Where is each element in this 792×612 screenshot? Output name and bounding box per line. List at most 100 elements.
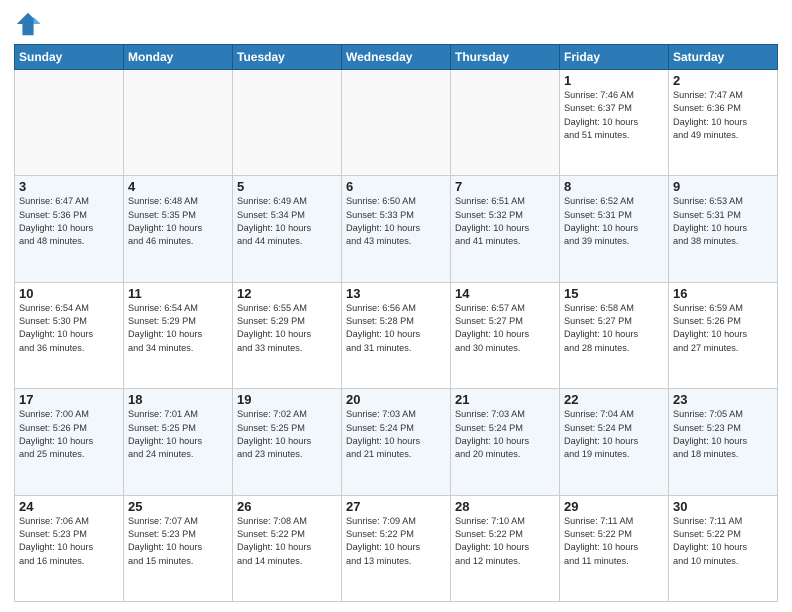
day-info: Sunrise: 6:49 AMSunset: 5:34 PMDaylight:…	[237, 195, 337, 248]
calendar-cell: 19Sunrise: 7:02 AMSunset: 5:25 PMDayligh…	[233, 389, 342, 495]
calendar-cell: 8Sunrise: 6:52 AMSunset: 5:31 PMDaylight…	[560, 176, 669, 282]
weekday-header-tuesday: Tuesday	[233, 45, 342, 70]
calendar-cell: 9Sunrise: 6:53 AMSunset: 5:31 PMDaylight…	[669, 176, 778, 282]
calendar-header-row: SundayMondayTuesdayWednesdayThursdayFrid…	[15, 45, 778, 70]
day-info: Sunrise: 7:02 AMSunset: 5:25 PMDaylight:…	[237, 408, 337, 461]
calendar-cell: 18Sunrise: 7:01 AMSunset: 5:25 PMDayligh…	[124, 389, 233, 495]
day-info: Sunrise: 6:50 AMSunset: 5:33 PMDaylight:…	[346, 195, 446, 248]
day-number: 29	[564, 499, 664, 514]
day-info: Sunrise: 6:48 AMSunset: 5:35 PMDaylight:…	[128, 195, 228, 248]
calendar-cell: 7Sunrise: 6:51 AMSunset: 5:32 PMDaylight…	[451, 176, 560, 282]
day-number: 21	[455, 392, 555, 407]
calendar-cell: 25Sunrise: 7:07 AMSunset: 5:23 PMDayligh…	[124, 495, 233, 601]
day-number: 18	[128, 392, 228, 407]
calendar-cell: 13Sunrise: 6:56 AMSunset: 5:28 PMDayligh…	[342, 282, 451, 388]
calendar-cell	[342, 70, 451, 176]
day-number: 15	[564, 286, 664, 301]
calendar-cell: 14Sunrise: 6:57 AMSunset: 5:27 PMDayligh…	[451, 282, 560, 388]
day-number: 14	[455, 286, 555, 301]
day-info: Sunrise: 7:09 AMSunset: 5:22 PMDaylight:…	[346, 515, 446, 568]
day-number: 11	[128, 286, 228, 301]
calendar-week-row: 1Sunrise: 7:46 AMSunset: 6:37 PMDaylight…	[15, 70, 778, 176]
day-number: 19	[237, 392, 337, 407]
day-number: 6	[346, 179, 446, 194]
day-info: Sunrise: 7:47 AMSunset: 6:36 PMDaylight:…	[673, 89, 773, 142]
calendar-cell: 29Sunrise: 7:11 AMSunset: 5:22 PMDayligh…	[560, 495, 669, 601]
day-number: 24	[19, 499, 119, 514]
day-number: 9	[673, 179, 773, 194]
weekday-header-wednesday: Wednesday	[342, 45, 451, 70]
calendar-cell: 21Sunrise: 7:03 AMSunset: 5:24 PMDayligh…	[451, 389, 560, 495]
day-number: 17	[19, 392, 119, 407]
day-info: Sunrise: 6:59 AMSunset: 5:26 PMDaylight:…	[673, 302, 773, 355]
calendar-cell: 5Sunrise: 6:49 AMSunset: 5:34 PMDaylight…	[233, 176, 342, 282]
calendar-cell: 23Sunrise: 7:05 AMSunset: 5:23 PMDayligh…	[669, 389, 778, 495]
calendar-cell: 10Sunrise: 6:54 AMSunset: 5:30 PMDayligh…	[15, 282, 124, 388]
calendar-cell: 20Sunrise: 7:03 AMSunset: 5:24 PMDayligh…	[342, 389, 451, 495]
day-info: Sunrise: 6:47 AMSunset: 5:36 PMDaylight:…	[19, 195, 119, 248]
calendar-cell: 15Sunrise: 6:58 AMSunset: 5:27 PMDayligh…	[560, 282, 669, 388]
day-info: Sunrise: 7:04 AMSunset: 5:24 PMDaylight:…	[564, 408, 664, 461]
day-info: Sunrise: 7:03 AMSunset: 5:24 PMDaylight:…	[455, 408, 555, 461]
day-number: 23	[673, 392, 773, 407]
calendar-cell: 6Sunrise: 6:50 AMSunset: 5:33 PMDaylight…	[342, 176, 451, 282]
day-number: 22	[564, 392, 664, 407]
day-number: 8	[564, 179, 664, 194]
calendar-cell	[451, 70, 560, 176]
calendar-cell: 26Sunrise: 7:08 AMSunset: 5:22 PMDayligh…	[233, 495, 342, 601]
weekday-header-sunday: Sunday	[15, 45, 124, 70]
logo-icon	[14, 10, 42, 38]
calendar-cell	[233, 70, 342, 176]
day-info: Sunrise: 6:54 AMSunset: 5:30 PMDaylight:…	[19, 302, 119, 355]
calendar-cell: 11Sunrise: 6:54 AMSunset: 5:29 PMDayligh…	[124, 282, 233, 388]
weekday-header-thursday: Thursday	[451, 45, 560, 70]
day-info: Sunrise: 6:58 AMSunset: 5:27 PMDaylight:…	[564, 302, 664, 355]
calendar-week-row: 24Sunrise: 7:06 AMSunset: 5:23 PMDayligh…	[15, 495, 778, 601]
day-number: 2	[673, 73, 773, 88]
calendar-cell: 16Sunrise: 6:59 AMSunset: 5:26 PMDayligh…	[669, 282, 778, 388]
day-info: Sunrise: 6:56 AMSunset: 5:28 PMDaylight:…	[346, 302, 446, 355]
calendar-cell: 27Sunrise: 7:09 AMSunset: 5:22 PMDayligh…	[342, 495, 451, 601]
day-number: 10	[19, 286, 119, 301]
day-info: Sunrise: 7:01 AMSunset: 5:25 PMDaylight:…	[128, 408, 228, 461]
day-info: Sunrise: 7:05 AMSunset: 5:23 PMDaylight:…	[673, 408, 773, 461]
day-number: 7	[455, 179, 555, 194]
page: SundayMondayTuesdayWednesdayThursdayFrid…	[0, 0, 792, 612]
logo	[14, 10, 44, 38]
day-info: Sunrise: 6:52 AMSunset: 5:31 PMDaylight:…	[564, 195, 664, 248]
day-number: 30	[673, 499, 773, 514]
day-info: Sunrise: 7:03 AMSunset: 5:24 PMDaylight:…	[346, 408, 446, 461]
calendar: SundayMondayTuesdayWednesdayThursdayFrid…	[14, 44, 778, 602]
day-number: 16	[673, 286, 773, 301]
day-info: Sunrise: 7:11 AMSunset: 5:22 PMDaylight:…	[564, 515, 664, 568]
day-info: Sunrise: 7:08 AMSunset: 5:22 PMDaylight:…	[237, 515, 337, 568]
day-number: 3	[19, 179, 119, 194]
day-number: 4	[128, 179, 228, 194]
day-info: Sunrise: 7:06 AMSunset: 5:23 PMDaylight:…	[19, 515, 119, 568]
calendar-cell: 24Sunrise: 7:06 AMSunset: 5:23 PMDayligh…	[15, 495, 124, 601]
calendar-cell: 3Sunrise: 6:47 AMSunset: 5:36 PMDaylight…	[15, 176, 124, 282]
day-info: Sunrise: 7:07 AMSunset: 5:23 PMDaylight:…	[128, 515, 228, 568]
day-info: Sunrise: 7:11 AMSunset: 5:22 PMDaylight:…	[673, 515, 773, 568]
day-info: Sunrise: 6:55 AMSunset: 5:29 PMDaylight:…	[237, 302, 337, 355]
calendar-week-row: 10Sunrise: 6:54 AMSunset: 5:30 PMDayligh…	[15, 282, 778, 388]
day-number: 5	[237, 179, 337, 194]
calendar-week-row: 3Sunrise: 6:47 AMSunset: 5:36 PMDaylight…	[15, 176, 778, 282]
calendar-cell: 30Sunrise: 7:11 AMSunset: 5:22 PMDayligh…	[669, 495, 778, 601]
calendar-cell: 2Sunrise: 7:47 AMSunset: 6:36 PMDaylight…	[669, 70, 778, 176]
calendar-cell: 28Sunrise: 7:10 AMSunset: 5:22 PMDayligh…	[451, 495, 560, 601]
weekday-header-saturday: Saturday	[669, 45, 778, 70]
day-number: 28	[455, 499, 555, 514]
day-number: 20	[346, 392, 446, 407]
day-number: 25	[128, 499, 228, 514]
header	[14, 10, 778, 38]
calendar-cell: 17Sunrise: 7:00 AMSunset: 5:26 PMDayligh…	[15, 389, 124, 495]
calendar-week-row: 17Sunrise: 7:00 AMSunset: 5:26 PMDayligh…	[15, 389, 778, 495]
day-number: 12	[237, 286, 337, 301]
day-number: 27	[346, 499, 446, 514]
day-number: 13	[346, 286, 446, 301]
day-info: Sunrise: 7:00 AMSunset: 5:26 PMDaylight:…	[19, 408, 119, 461]
calendar-cell	[124, 70, 233, 176]
day-info: Sunrise: 6:57 AMSunset: 5:27 PMDaylight:…	[455, 302, 555, 355]
day-info: Sunrise: 6:51 AMSunset: 5:32 PMDaylight:…	[455, 195, 555, 248]
